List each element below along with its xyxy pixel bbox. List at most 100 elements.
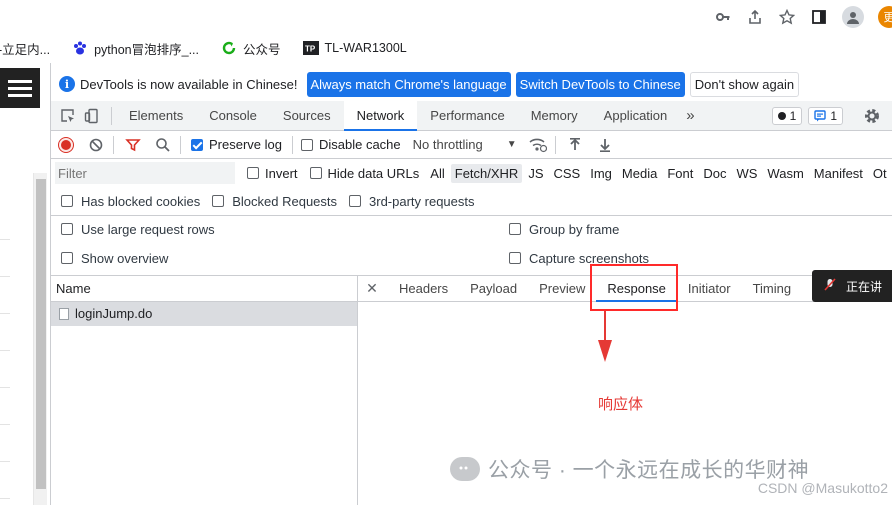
tab-network[interactable]: Network <box>343 100 418 131</box>
tab-elements[interactable]: Elements <box>116 101 196 131</box>
filter-type-js[interactable]: JS <box>524 164 547 183</box>
close-icon[interactable]: ✕ <box>362 280 382 297</box>
tab-application[interactable]: Application <box>591 101 681 131</box>
hide-data-urls-checkbox[interactable] <box>309 167 322 179</box>
third-party-checkbox[interactable] <box>349 195 362 207</box>
filter-type-other[interactable]: Ot <box>869 164 891 183</box>
search-icon[interactable] <box>154 136 172 154</box>
more-tabs-button[interactable]: » <box>680 101 700 131</box>
network-conditions-icon[interactable] <box>529 136 547 154</box>
share-icon[interactable] <box>746 8 764 26</box>
filter-type-manifest[interactable]: Manifest <box>810 164 867 183</box>
preserve-log-label: Preserve log <box>209 137 282 152</box>
show-overview-toggle[interactable]: Show overview <box>61 251 168 266</box>
filter-type-ws[interactable]: WS <box>732 164 761 183</box>
throttling-select[interactable]: No throttling ▼ <box>413 137 517 152</box>
filter-type-css[interactable]: CSS <box>550 164 585 183</box>
request-name: loginJump.do <box>75 306 153 321</box>
match-language-button[interactable]: Always match Chrome's language <box>306 71 511 97</box>
hide-data-urls-toggle[interactable]: Hide data URLs <box>309 165 420 181</box>
invert-checkbox[interactable] <box>247 167 259 179</box>
profile-avatar-icon[interactable] <box>842 6 864 28</box>
bookmark-label: python冒泡排序_... <box>94 42 199 57</box>
hide-data-urls-label: Hide data URLs <box>327 165 420 181</box>
show-overview-checkbox[interactable] <box>61 252 73 264</box>
import-har-icon[interactable] <box>566 136 584 154</box>
inspect-icon[interactable] <box>57 105 79 127</box>
sidepanel-icon[interactable] <box>810 8 828 26</box>
blocked-cookies-toggle[interactable]: Has blocked cookies <box>61 194 200 209</box>
blocked-cookies-label: Has blocked cookies <box>81 193 201 209</box>
filter-type-all[interactable]: All <box>426 164 448 183</box>
key-icon[interactable] <box>714 8 732 26</box>
preserve-log-toggle[interactable]: Preserve log <box>191 137 282 152</box>
blocked-requests-checkbox[interactable] <box>212 195 225 207</box>
page-scrollbar[interactable] <box>33 173 47 505</box>
disable-cache-label: Disable cache <box>318 137 401 152</box>
bookmark-item[interactable]: -立足内... <box>0 39 50 58</box>
tab-memory[interactable]: Memory <box>518 101 591 131</box>
wechat-icon <box>450 457 480 481</box>
tab-headers[interactable]: Headers <box>388 276 459 302</box>
bookmark-label: 公众号 <box>243 42 281 57</box>
message-count: 1 <box>830 108 837 123</box>
throttling-value: No throttling <box>412 137 483 152</box>
device-toolbar-icon[interactable] <box>81 105 103 127</box>
table-row[interactable]: loginJump.do <box>51 302 357 326</box>
blocked-requests-toggle[interactable]: Blocked Requests <box>212 194 337 209</box>
tab-payload[interactable]: Payload <box>459 276 528 302</box>
group-by-frame-checkbox[interactable] <box>509 223 521 235</box>
tab-timing[interactable]: Timing <box>742 276 803 302</box>
disable-cache-checkbox[interactable] <box>300 138 313 151</box>
tab-initiator[interactable]: Initiator <box>677 276 742 302</box>
filter-type-fetch-xhr[interactable]: Fetch/XHR <box>450 163 523 183</box>
group-by-frame-label: Group by frame <box>529 221 620 237</box>
tab-preview[interactable]: Preview <box>528 276 596 302</box>
bookmark-item[interactable]: 公众号 <box>221 39 281 58</box>
filter-type-wasm[interactable]: Wasm <box>763 164 807 183</box>
annotation-label: 响应体 <box>598 396 644 413</box>
third-party-label: 3rd-party requests <box>369 193 475 209</box>
menu-icon[interactable] <box>0 68 40 108</box>
name-column-header[interactable]: Name <box>51 276 357 302</box>
tp-link-icon: TP <box>302 40 319 56</box>
message-count-badge[interactable]: 1 <box>808 106 843 125</box>
disable-cache-toggle[interactable]: Disable cache <box>300 137 401 152</box>
dont-show-again-button[interactable]: Don't show again <box>689 71 800 97</box>
tab-console[interactable]: Console <box>196 101 270 131</box>
document-icon <box>59 308 69 320</box>
group-by-frame-toggle[interactable]: Group by frame <box>509 222 619 237</box>
large-rows-label: Use large request rows <box>81 221 215 237</box>
third-party-toggle[interactable]: 3rd-party requests <box>349 194 475 209</box>
tooltip-text: 正在讲 <box>846 279 883 294</box>
filter-funnel-icon[interactable] <box>124 136 142 154</box>
tab-sources[interactable]: Sources <box>270 101 344 131</box>
arrow-head-icon <box>598 340 612 362</box>
invert-toggle[interactable]: Invert <box>247 166 298 181</box>
filter-type-media[interactable]: Media <box>618 164 661 183</box>
blocked-cookies-checkbox[interactable] <box>61 195 73 207</box>
filter-type-font[interactable]: Font <box>663 164 697 183</box>
large-rows-toggle[interactable]: Use large request rows <box>61 222 215 237</box>
filter-type-img[interactable]: Img <box>586 164 616 183</box>
capture-screenshots-checkbox[interactable] <box>509 252 521 264</box>
filter-input[interactable] <box>55 162 235 184</box>
clear-icon[interactable] <box>87 136 105 154</box>
error-count-badge[interactable]: 1 <box>771 106 803 125</box>
bookmark-item[interactable]: python冒泡排序_... <box>72 39 199 58</box>
preserve-log-checkbox[interactable] <box>191 138 203 151</box>
switch-chinese-button[interactable]: Switch DevTools to Chinese <box>515 71 685 97</box>
record-icon[interactable] <box>59 137 73 152</box>
star-icon[interactable] <box>778 8 796 26</box>
network-toolbar: Preserve log Disable cache No throttling… <box>51 131 892 159</box>
response-highlight-box <box>590 264 678 311</box>
export-har-icon[interactable] <box>596 136 614 154</box>
bookmark-label: TL-WAR1300L <box>324 41 407 55</box>
bookmark-item[interactable]: TP TL-WAR1300L <box>302 40 407 56</box>
tab-performance[interactable]: Performance <box>417 101 517 131</box>
show-overview-label: Show overview <box>81 250 169 266</box>
large-rows-checkbox[interactable] <box>61 223 73 235</box>
settings-gear-icon[interactable] <box>861 105 883 127</box>
filter-type-doc[interactable]: Doc <box>699 164 730 183</box>
update-badge[interactable]: 更 <box>878 6 892 28</box>
